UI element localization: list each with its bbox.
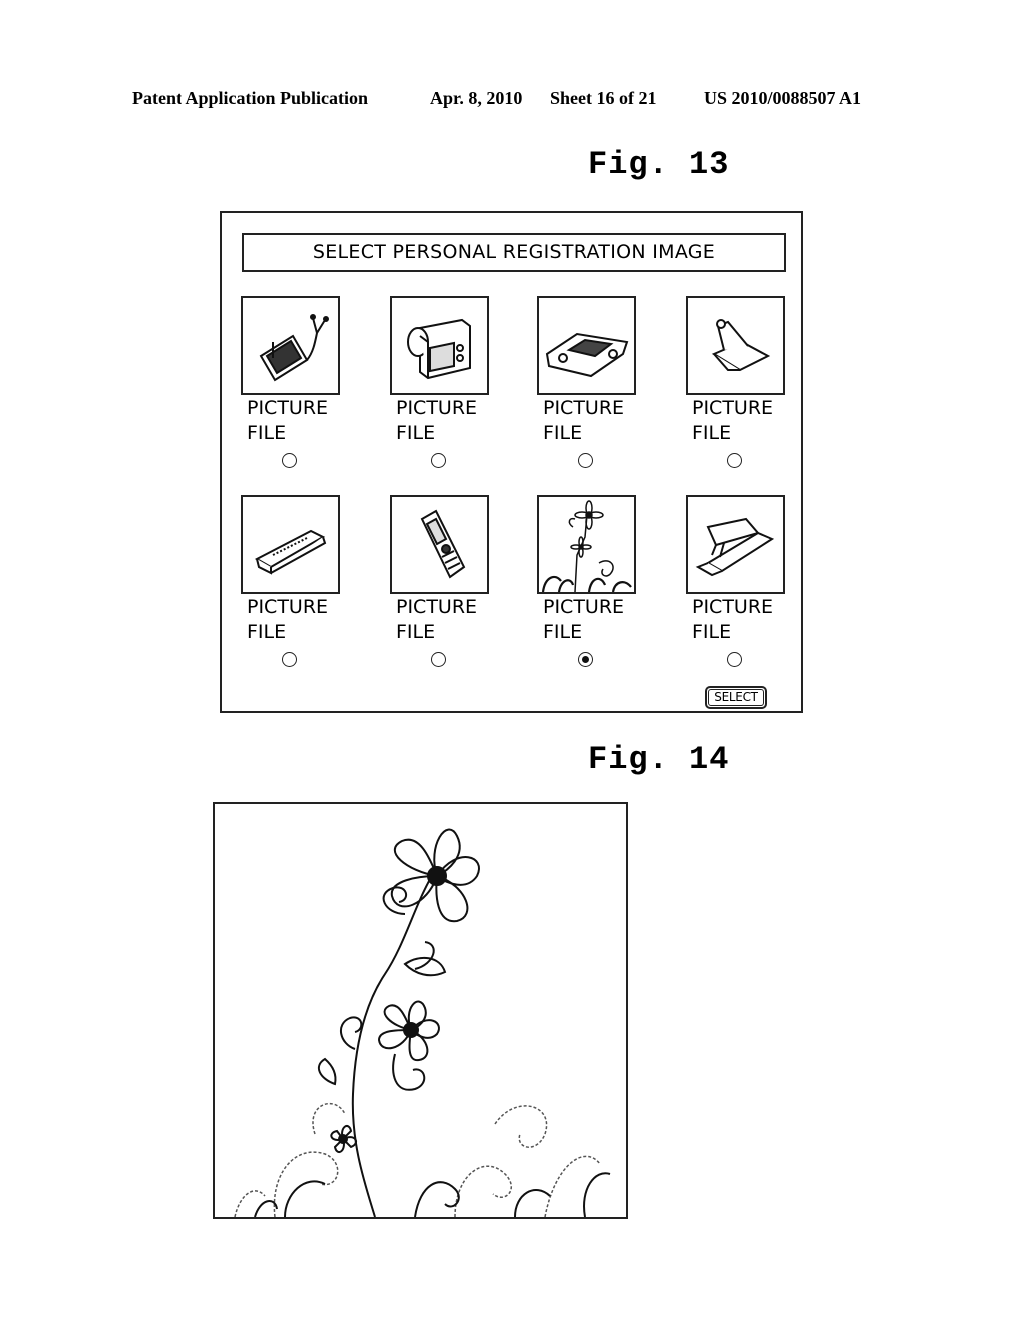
publication-date: Apr. 8, 2010: [430, 88, 523, 108]
select-button-label: SELECT: [708, 689, 764, 706]
radio-button[interactable]: [431, 453, 446, 468]
game-console-icon: [545, 332, 629, 378]
thumbnail[interactable]: [390, 495, 489, 594]
item-label-line1: PICTURE: [543, 397, 625, 419]
thumbnail[interactable]: [537, 495, 636, 594]
item-label-line1: PICTURE: [247, 596, 329, 618]
radio-button[interactable]: [431, 652, 446, 667]
radio-button-selected[interactable]: [578, 652, 593, 667]
item-label-line1: PICTURE: [692, 397, 774, 419]
item-label-line2: FILE: [247, 621, 287, 643]
enlarged-image: [213, 802, 628, 1219]
thumbnail[interactable]: [686, 296, 785, 395]
item-label-line2: FILE: [692, 422, 732, 444]
flower-icon: [541, 500, 632, 592]
item-label-line1: PICTURE: [543, 596, 625, 618]
thumbnail[interactable]: [537, 296, 636, 395]
select-image-dialog: SELECT PERSONAL REGISTRATION IMAGE PICTU…: [220, 211, 803, 713]
item-label-line2: FILE: [692, 621, 732, 643]
radio-button[interactable]: [282, 652, 297, 667]
publication-label: Patent Application Publication: [132, 88, 369, 108]
item-label-line2: FILE: [247, 422, 287, 444]
select-button[interactable]: SELECT: [705, 686, 767, 709]
digital-camera-icon: [407, 318, 471, 380]
radio-button[interactable]: [727, 453, 742, 468]
thumbnail[interactable]: [241, 495, 340, 594]
binder-clip-icon: [711, 319, 771, 372]
mobile-phone-icon: [420, 509, 466, 579]
item-label-line2: FILE: [543, 621, 583, 643]
dialog-title: SELECT PERSONAL REGISTRATION IMAGE: [242, 233, 786, 272]
radio-button[interactable]: [578, 453, 593, 468]
sheet-number: Sheet 16 of 21: [550, 88, 657, 108]
staple-remover-icon: [695, 517, 775, 577]
radio-button[interactable]: [282, 453, 297, 468]
item-label-line1: PICTURE: [396, 596, 478, 618]
usb-drive-icon: [254, 529, 327, 575]
item-label-line2: FILE: [396, 422, 436, 444]
item-label-line2: FILE: [396, 621, 436, 643]
thumbnail[interactable]: [241, 296, 340, 395]
figure-13-label: Fig. 13: [588, 146, 730, 183]
flower-illustration: [234, 828, 611, 1217]
item-label-line2: FILE: [543, 422, 583, 444]
item-label-line1: PICTURE: [396, 397, 478, 419]
patent-number: US 2010/0088507 A1: [704, 88, 862, 108]
item-label-line1: PICTURE: [247, 397, 329, 419]
figure-14-label: Fig. 14: [588, 741, 730, 778]
item-label-line1: PICTURE: [692, 596, 774, 618]
thumbnail[interactable]: [390, 296, 489, 395]
thumbnail[interactable]: [686, 495, 785, 594]
pmp-player-icon: [259, 314, 329, 382]
radio-button[interactable]: [727, 652, 742, 667]
